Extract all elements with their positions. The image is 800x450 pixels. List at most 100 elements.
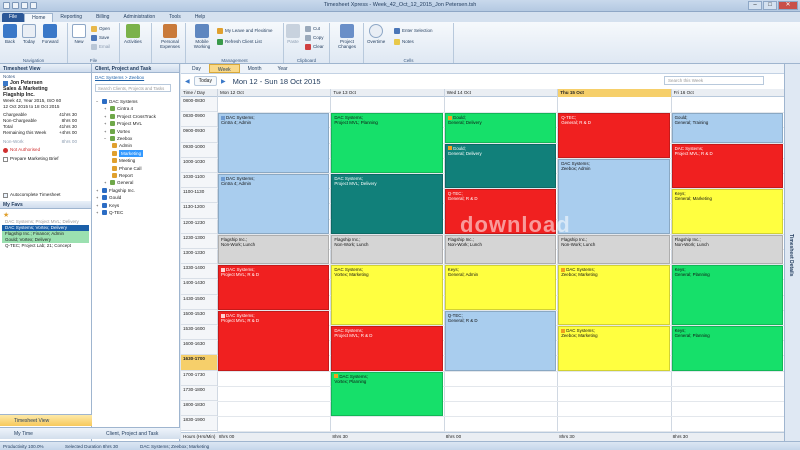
tree-node[interactable]: Phone Call bbox=[112, 165, 141, 172]
expander-icon[interactable]: + bbox=[96, 187, 100, 194]
tree-node[interactable]: Meeting bbox=[112, 157, 135, 164]
tree-node[interactable]: Report bbox=[112, 172, 133, 179]
expander-icon[interactable]: + bbox=[96, 209, 100, 216]
checkbox[interactable] bbox=[3, 156, 8, 162]
expander-icon[interactable]: − bbox=[96, 98, 100, 105]
tab-year[interactable]: Year bbox=[270, 64, 296, 73]
clear-button[interactable]: Clear bbox=[305, 43, 324, 50]
project-changes-button[interactable]: Project Changes bbox=[333, 24, 361, 49]
new-button[interactable]: New bbox=[72, 24, 86, 44]
timesheet-entry[interactable]: DAC Systems; Project MVL; R & D bbox=[331, 326, 443, 371]
expander-icon[interactable]: + bbox=[104, 105, 108, 112]
tree-node[interactable]: + Project CrossTrack bbox=[104, 113, 156, 120]
tab-file[interactable]: File bbox=[2, 13, 25, 22]
timesheet-details-pane[interactable]: Timesheet Details bbox=[784, 64, 800, 441]
tab-month[interactable]: Month bbox=[240, 64, 270, 73]
timesheet-entry[interactable]: Flagship Inc.; Non-Work; Lunch bbox=[558, 234, 670, 265]
timesheet-entry[interactable]: Q-TEC; General; R & D bbox=[444, 310, 557, 371]
timesheet-entry[interactable]: DAC Systems; Vortex; Planning bbox=[331, 371, 443, 417]
timesheet-entry[interactable]: Gould; General; Delivery bbox=[444, 143, 557, 189]
day-header[interactable]: Thu 15 Oct bbox=[557, 89, 671, 97]
breadcrumb[interactable]: DAC Systems > Zeebox bbox=[95, 75, 144, 80]
timesheet-entry[interactable]: DAC Systems; Zeebox; Admin bbox=[558, 158, 670, 234]
paste-button[interactable]: Paste bbox=[286, 24, 300, 44]
timesheet-entry[interactable]: Keys; General; Planning bbox=[671, 265, 783, 325]
tree-node[interactable]: + Project MVL bbox=[104, 120, 142, 127]
expander-icon[interactable]: + bbox=[104, 120, 108, 127]
back-button[interactable]: Back bbox=[3, 24, 17, 44]
today-button[interactable]: Today bbox=[22, 24, 36, 44]
timesheet-entry[interactable]: Keys; General; Admin bbox=[444, 265, 557, 310]
cut-button[interactable]: Cut bbox=[305, 25, 320, 32]
day-header[interactable]: Fri 16 Oct bbox=[670, 89, 784, 97]
timesheet-entry[interactable]: Keys; General; Marketing bbox=[671, 189, 783, 234]
enter-selection-button[interactable]: Enter Selection bbox=[394, 27, 433, 34]
activities-button[interactable]: Activities bbox=[124, 24, 142, 44]
tab-day[interactable]: Day bbox=[184, 64, 209, 73]
expander-icon[interactable]: + bbox=[104, 113, 108, 120]
timesheet-entry[interactable]: DAC Systems; Cintra 4; Admin bbox=[218, 174, 330, 234]
tree-node[interactable]: − Zeebox bbox=[104, 135, 132, 142]
close-button[interactable]: ✕ bbox=[778, 1, 798, 10]
timesheet-entry[interactable]: DAC Systems; Project MVL; R & D bbox=[218, 265, 330, 310]
expander-icon[interactable]: + bbox=[104, 179, 108, 186]
tab-help[interactable]: Help bbox=[188, 13, 212, 22]
timesheet-entry[interactable]: DAC Systems; Vortex; Marketing bbox=[331, 265, 443, 325]
expander-icon[interactable]: − bbox=[104, 135, 108, 142]
timesheet-entry[interactable]: Flagship Inc.; Non-Work; Lunch bbox=[444, 234, 557, 265]
timesheet-entry[interactable]: DAC Systems; Project MVL; Delivery bbox=[331, 174, 443, 234]
day-header[interactable]: Wed 14 Oct bbox=[443, 89, 557, 97]
today-nav-button[interactable]: Today bbox=[193, 76, 217, 86]
tab-tools[interactable]: Tools bbox=[162, 13, 188, 22]
timesheet-entry[interactable]: Gould; General; Delivery bbox=[444, 113, 557, 143]
timesheet-entry[interactable]: DAC Systems; Project MVL; R & D bbox=[218, 310, 330, 371]
cpt-search-input[interactable]: Search Clients, Projects and Tasks bbox=[95, 84, 171, 92]
tree-node[interactable]: − DAC Systems bbox=[96, 98, 138, 105]
minimize-button[interactable]: – bbox=[748, 1, 762, 10]
expander-icon[interactable]: + bbox=[96, 194, 100, 201]
autocomplete-row[interactable]: Autocomplete Timesheet bbox=[0, 192, 91, 198]
tab-administration[interactable]: Administration bbox=[116, 13, 162, 22]
tab-reporting[interactable]: Reporting bbox=[53, 13, 89, 22]
tree-node[interactable]: + Keys bbox=[96, 202, 119, 209]
tab-billing[interactable]: Billing bbox=[89, 13, 116, 22]
timesheet-entry[interactable]: DAC Systems; Zeebox; Marketing bbox=[558, 265, 670, 325]
timesheet-view-nav-button[interactable]: Timesheet View bbox=[0, 414, 92, 426]
autocomplete-checkbox[interactable] bbox=[3, 192, 8, 198]
tree-node[interactable]: + Gould bbox=[96, 194, 121, 201]
timesheet-entry[interactable]: DAC Systems; Project MVL; R & D bbox=[671, 143, 783, 189]
next-week-icon[interactable]: ▶ bbox=[221, 78, 226, 85]
timesheet-entry[interactable]: DAC Systems; Cintra 4; Admin bbox=[218, 113, 330, 173]
email-button[interactable]: Email bbox=[91, 43, 110, 50]
tab-home[interactable]: Home bbox=[24, 13, 54, 22]
timesheet-entry[interactable]: Gould; General; Training bbox=[671, 113, 783, 143]
prev-week-icon[interactable]: ◀ bbox=[185, 78, 190, 85]
tree-node[interactable]: + Vortex bbox=[104, 128, 130, 135]
star-icon[interactable]: ★ bbox=[3, 212, 9, 219]
copy-button[interactable]: Copy bbox=[305, 34, 324, 41]
expander-icon[interactable]: + bbox=[104, 128, 108, 135]
overtime-button[interactable]: Overtime bbox=[367, 24, 385, 44]
day-header[interactable]: Tue 13 Oct bbox=[330, 89, 443, 97]
timesheet-entry[interactable]: Q-TEC; General; R & D bbox=[558, 113, 670, 158]
open-button[interactable]: Open bbox=[91, 25, 110, 32]
tab-week[interactable]: Week bbox=[208, 64, 240, 73]
save-button[interactable]: Save bbox=[91, 34, 109, 41]
cpt-nav-button[interactable]: Client, Project and Task bbox=[92, 427, 180, 439]
tree-node[interactable]: + Cintra 4 bbox=[104, 105, 133, 112]
expander-icon[interactable]: + bbox=[96, 202, 100, 209]
timesheet-entry[interactable]: Flagship Inc.; Non-Work; Lunch bbox=[218, 234, 330, 265]
fav-item[interactable]: Q-TEC; Project Lab; 21; Concept bbox=[2, 243, 89, 249]
tree-node[interactable]: Marketing bbox=[112, 149, 144, 157]
notes-button[interactable]: Notes bbox=[394, 38, 414, 45]
forward-button[interactable]: Forward bbox=[42, 24, 59, 44]
timesheet-entry[interactable]: Flagship Inc.; Non-Work; Lunch bbox=[331, 234, 443, 265]
leave-flexitime-button[interactable]: My Leave and Flexitime bbox=[217, 27, 273, 34]
tree-node[interactable]: + Flagship Inc. bbox=[96, 187, 135, 194]
timesheet-entry[interactable]: DAC Systems; Project MVL; Planning bbox=[331, 113, 443, 173]
tree-node[interactable]: Admin bbox=[112, 142, 132, 149]
timesheet-entry[interactable]: Keys; General; Planning bbox=[671, 326, 783, 371]
maximize-button[interactable]: □ bbox=[763, 1, 777, 10]
tree-node[interactable]: + Q-TEC bbox=[96, 209, 123, 216]
timesheet-entry[interactable]: DAC Systems; Zeebox; Marketing bbox=[558, 326, 670, 371]
